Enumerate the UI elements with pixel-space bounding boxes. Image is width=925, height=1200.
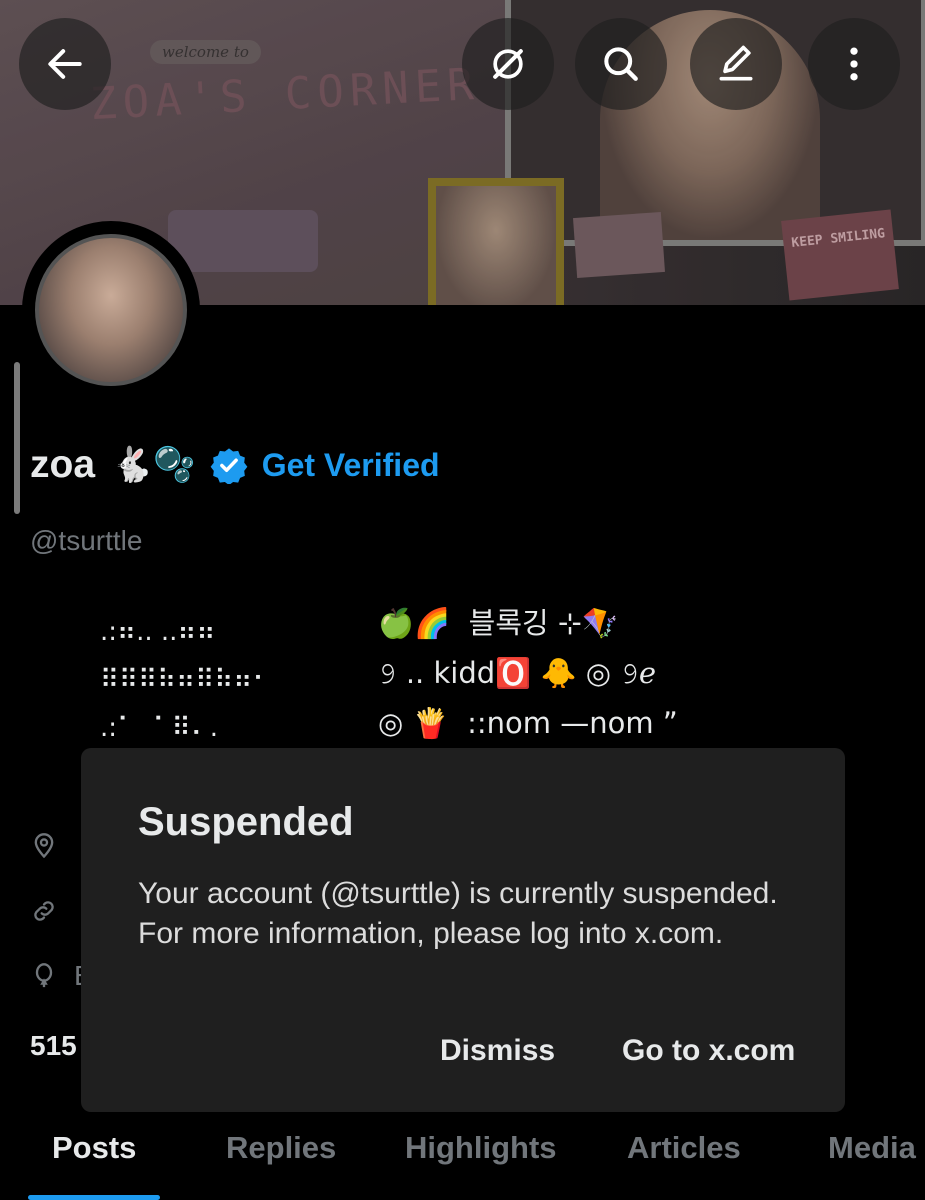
back-button[interactable] <box>19 18 111 110</box>
tab-articles[interactable]: Articles <box>627 1130 741 1166</box>
search-button[interactable] <box>575 18 667 110</box>
grok-icon <box>493 49 523 79</box>
more-vertical-icon <box>850 47 858 81</box>
tab-highlights[interactable]: Highlights <box>405 1130 557 1166</box>
location-icon <box>30 832 58 860</box>
profile-name-row: zoa 🐇🫧 Get Verified <box>30 440 440 490</box>
dialog-message: Your account (@tsurttle) is currently su… <box>138 877 778 950</box>
suspended-dialog: Suspended Your account (@tsurttle) is cu… <box>81 748 845 1112</box>
grok-button[interactable] <box>462 18 554 110</box>
scrollbar[interactable] <box>14 362 20 514</box>
back-arrow-icon <box>48 49 82 79</box>
tab-posts[interactable]: Posts <box>52 1130 136 1166</box>
avatar-image <box>35 234 187 386</box>
bio-line: 𝟿 .. kidd🅾️ 🐥 ◎ 𝟿ℯ <box>378 656 657 690</box>
name-emojis: 🐇🫧 <box>111 446 196 484</box>
active-tab-indicator <box>28 1195 160 1200</box>
tab-media[interactable]: Media <box>828 1130 916 1166</box>
go-to-x-button[interactable]: Go to x.com <box>622 1034 795 1068</box>
display-name: zoa <box>30 443 96 486</box>
profile-handle: @tsurttle <box>30 525 143 556</box>
tab-replies[interactable]: Replies <box>226 1130 336 1166</box>
dialog-title: Suspended <box>138 800 354 844</box>
get-verified-link[interactable]: Get Verified <box>262 447 440 484</box>
compose-button[interactable] <box>690 18 782 110</box>
profile-tabs: Posts Replies Highlights Articles Media <box>0 1130 925 1200</box>
more-options-button[interactable] <box>808 18 900 110</box>
bio-line: ◎ 🍟 ::nom —nom ” <box>378 706 678 740</box>
verified-badge-icon[interactable] <box>210 446 248 484</box>
bio-line: 🍏🌈 블록깅 ⊹🪁 <box>378 606 619 640</box>
bio-text: 🍏🌈 블록깅 ⊹🪁𝟿 .. kidd🅾️ 🐥 ◎ 𝟿ℯ◎ 🍟 ::nom —no… <box>378 598 678 748</box>
compose-icon <box>719 45 753 81</box>
birthday-balloon-icon <box>30 962 58 990</box>
dismiss-button[interactable]: Dismiss <box>440 1034 555 1068</box>
link-icon <box>30 897 58 925</box>
following-count[interactable]: 515 <box>30 1030 77 1062</box>
bio-ascii-art: .:⠶.. ..⠶⠶ ⠿⠿⠿⠷⠶⠿⠷⠶⠂ .:⠁ ⠁⠿⠄. <box>100 617 272 743</box>
avatar[interactable] <box>22 221 200 399</box>
search-icon <box>604 47 638 81</box>
